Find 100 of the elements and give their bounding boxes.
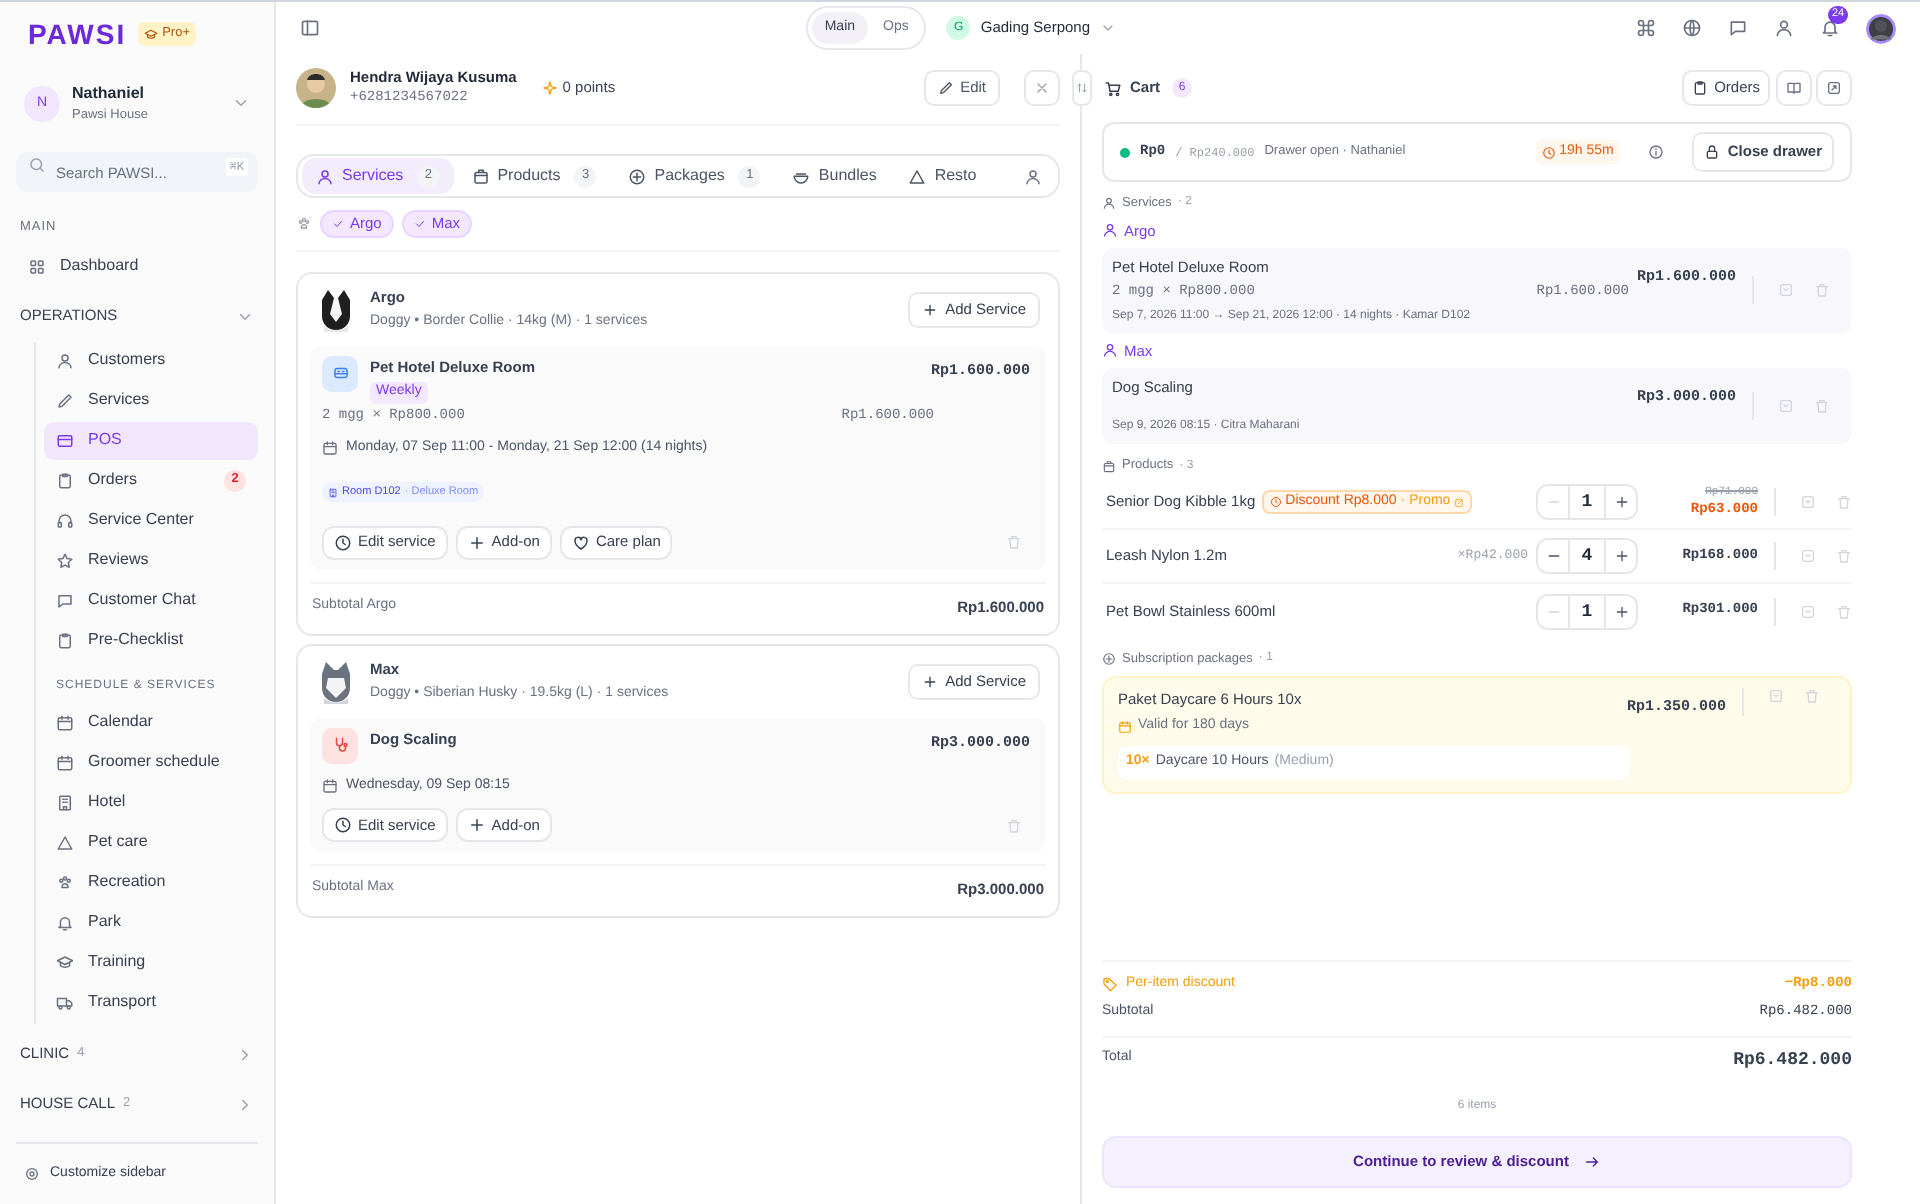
nav-item[interactable]: Park <box>44 903 258 941</box>
delete-button[interactable] <box>1006 534 1022 550</box>
person-icon <box>316 167 334 185</box>
pen-icon <box>938 80 955 96</box>
check-icon <box>332 218 344 230</box>
person-icon <box>1102 222 1118 239</box>
nav-item[interactable]: Calendar <box>44 703 258 741</box>
tent-icon <box>56 833 74 851</box>
grid-icon <box>28 257 46 275</box>
plus-icon <box>467 816 486 834</box>
nav-item[interactable]: Dashboard <box>16 247 258 285</box>
heart-icon <box>571 533 590 551</box>
stethoscope-icon <box>331 736 349 754</box>
circle-plus-icon <box>628 167 647 185</box>
delete-button[interactable] <box>1836 548 1852 564</box>
note-button[interactable] <box>1800 548 1816 564</box>
note-button[interactable] <box>1800 494 1816 510</box>
person-icon <box>1024 167 1042 185</box>
trash-icon <box>1836 548 1852 564</box>
person-icon <box>1102 196 1116 211</box>
calendar-icon <box>56 753 74 771</box>
quantity-stepper[interactable]: 4 <box>1536 538 1638 574</box>
tab[interactable]: Bundles <box>778 158 891 194</box>
panel-icon <box>300 18 320 38</box>
expand-button[interactable] <box>1816 70 1852 106</box>
check-icon <box>413 218 426 230</box>
building-icon <box>56 793 74 811</box>
clock-icon <box>334 816 352 834</box>
chevron-down-icon <box>1100 20 1116 36</box>
delete-button[interactable] <box>1006 817 1022 833</box>
clipboard-icon <box>56 471 74 489</box>
plus-icon <box>1613 494 1629 510</box>
quantity: 1 <box>1568 486 1606 518</box>
delete-button[interactable] <box>1814 282 1830 299</box>
box-icon <box>471 167 490 185</box>
nav-item[interactable]: Service Center <box>44 501 258 539</box>
delete-button[interactable] <box>1836 494 1852 510</box>
total-amount: Rp6.482.000 <box>1733 1047 1852 1073</box>
book-button[interactable] <box>1776 70 1812 106</box>
chat-bubble-icon <box>1728 18 1748 38</box>
square-icon <box>1800 494 1816 510</box>
note-button[interactable] <box>1778 282 1794 299</box>
note-button[interactable] <box>1768 687 1784 704</box>
trash-icon <box>1006 817 1022 833</box>
delete-button[interactable] <box>1814 398 1830 415</box>
note-button[interactable] <box>1800 603 1816 619</box>
calendar-icon <box>1118 719 1132 734</box>
nav-item[interactable]: Transport <box>44 983 258 1021</box>
paw-icon <box>296 216 312 232</box>
trash-icon <box>1804 687 1820 704</box>
nav-item[interactable]: Recreation <box>44 863 258 901</box>
person-icon <box>56 351 74 369</box>
square-icon <box>1800 603 1816 619</box>
tab[interactable]: Resto <box>894 158 991 194</box>
nav-item[interactable]: Pre-Checklist <box>44 621 258 659</box>
nav-item[interactable]: Customer Chat <box>44 581 258 619</box>
gear-icon <box>24 1165 40 1182</box>
nav-item[interactable]: Customers <box>44 341 258 379</box>
sidebar-toggle[interactable] <box>300 18 320 38</box>
clipboard-icon <box>1692 80 1709 96</box>
graduation-cap-icon <box>56 953 74 971</box>
note-button[interactable] <box>1778 398 1794 415</box>
calendar-icon <box>322 440 338 457</box>
sparkle-icon <box>542 80 559 96</box>
trash-icon <box>1814 398 1830 415</box>
command-icon <box>1636 18 1656 38</box>
circle-plus-icon <box>1102 652 1116 667</box>
tag-icon <box>1102 975 1118 992</box>
info-icon <box>1647 144 1664 160</box>
calendar-icon <box>56 713 74 731</box>
trash-icon <box>1836 603 1852 619</box>
nav-item[interactable]: Groomer schedule <box>44 743 258 781</box>
close-icon <box>1034 80 1050 96</box>
trash-icon <box>1006 534 1022 550</box>
customer-button[interactable] <box>1024 167 1042 185</box>
external-link-icon <box>1454 497 1465 507</box>
card-icon <box>56 431 74 449</box>
calendar-icon <box>322 777 338 794</box>
nav-item[interactable]: Reviews <box>44 541 258 579</box>
person-icon <box>1102 342 1118 359</box>
chevron-right-icon <box>236 1045 254 1063</box>
plus-icon <box>467 533 486 551</box>
chevron-right-icon <box>236 1095 254 1113</box>
account-name: Nathaniel <box>72 82 147 106</box>
nav-item[interactable]: POS <box>44 421 258 459</box>
headset-icon <box>56 511 74 529</box>
swap-button[interactable] <box>1072 70 1092 106</box>
delete-button[interactable] <box>1836 603 1852 619</box>
clock-icon <box>1269 496 1282 508</box>
nav-item[interactable]: Training <box>44 943 258 981</box>
building-icon <box>328 487 338 497</box>
arrow-right-icon <box>1584 1154 1601 1170</box>
nav-item[interactable]: Pet care <box>44 823 258 861</box>
nav-item[interactable]: Services <box>44 381 258 419</box>
nav-item[interactable]: Hotel <box>44 783 258 821</box>
quantity-stepper[interactable]: 1 <box>1536 484 1638 520</box>
square-icon <box>1768 687 1784 704</box>
close-button[interactable] <box>1024 70 1060 106</box>
quantity-stepper[interactable]: 1 <box>1536 593 1638 629</box>
delete-button[interactable] <box>1804 687 1820 704</box>
